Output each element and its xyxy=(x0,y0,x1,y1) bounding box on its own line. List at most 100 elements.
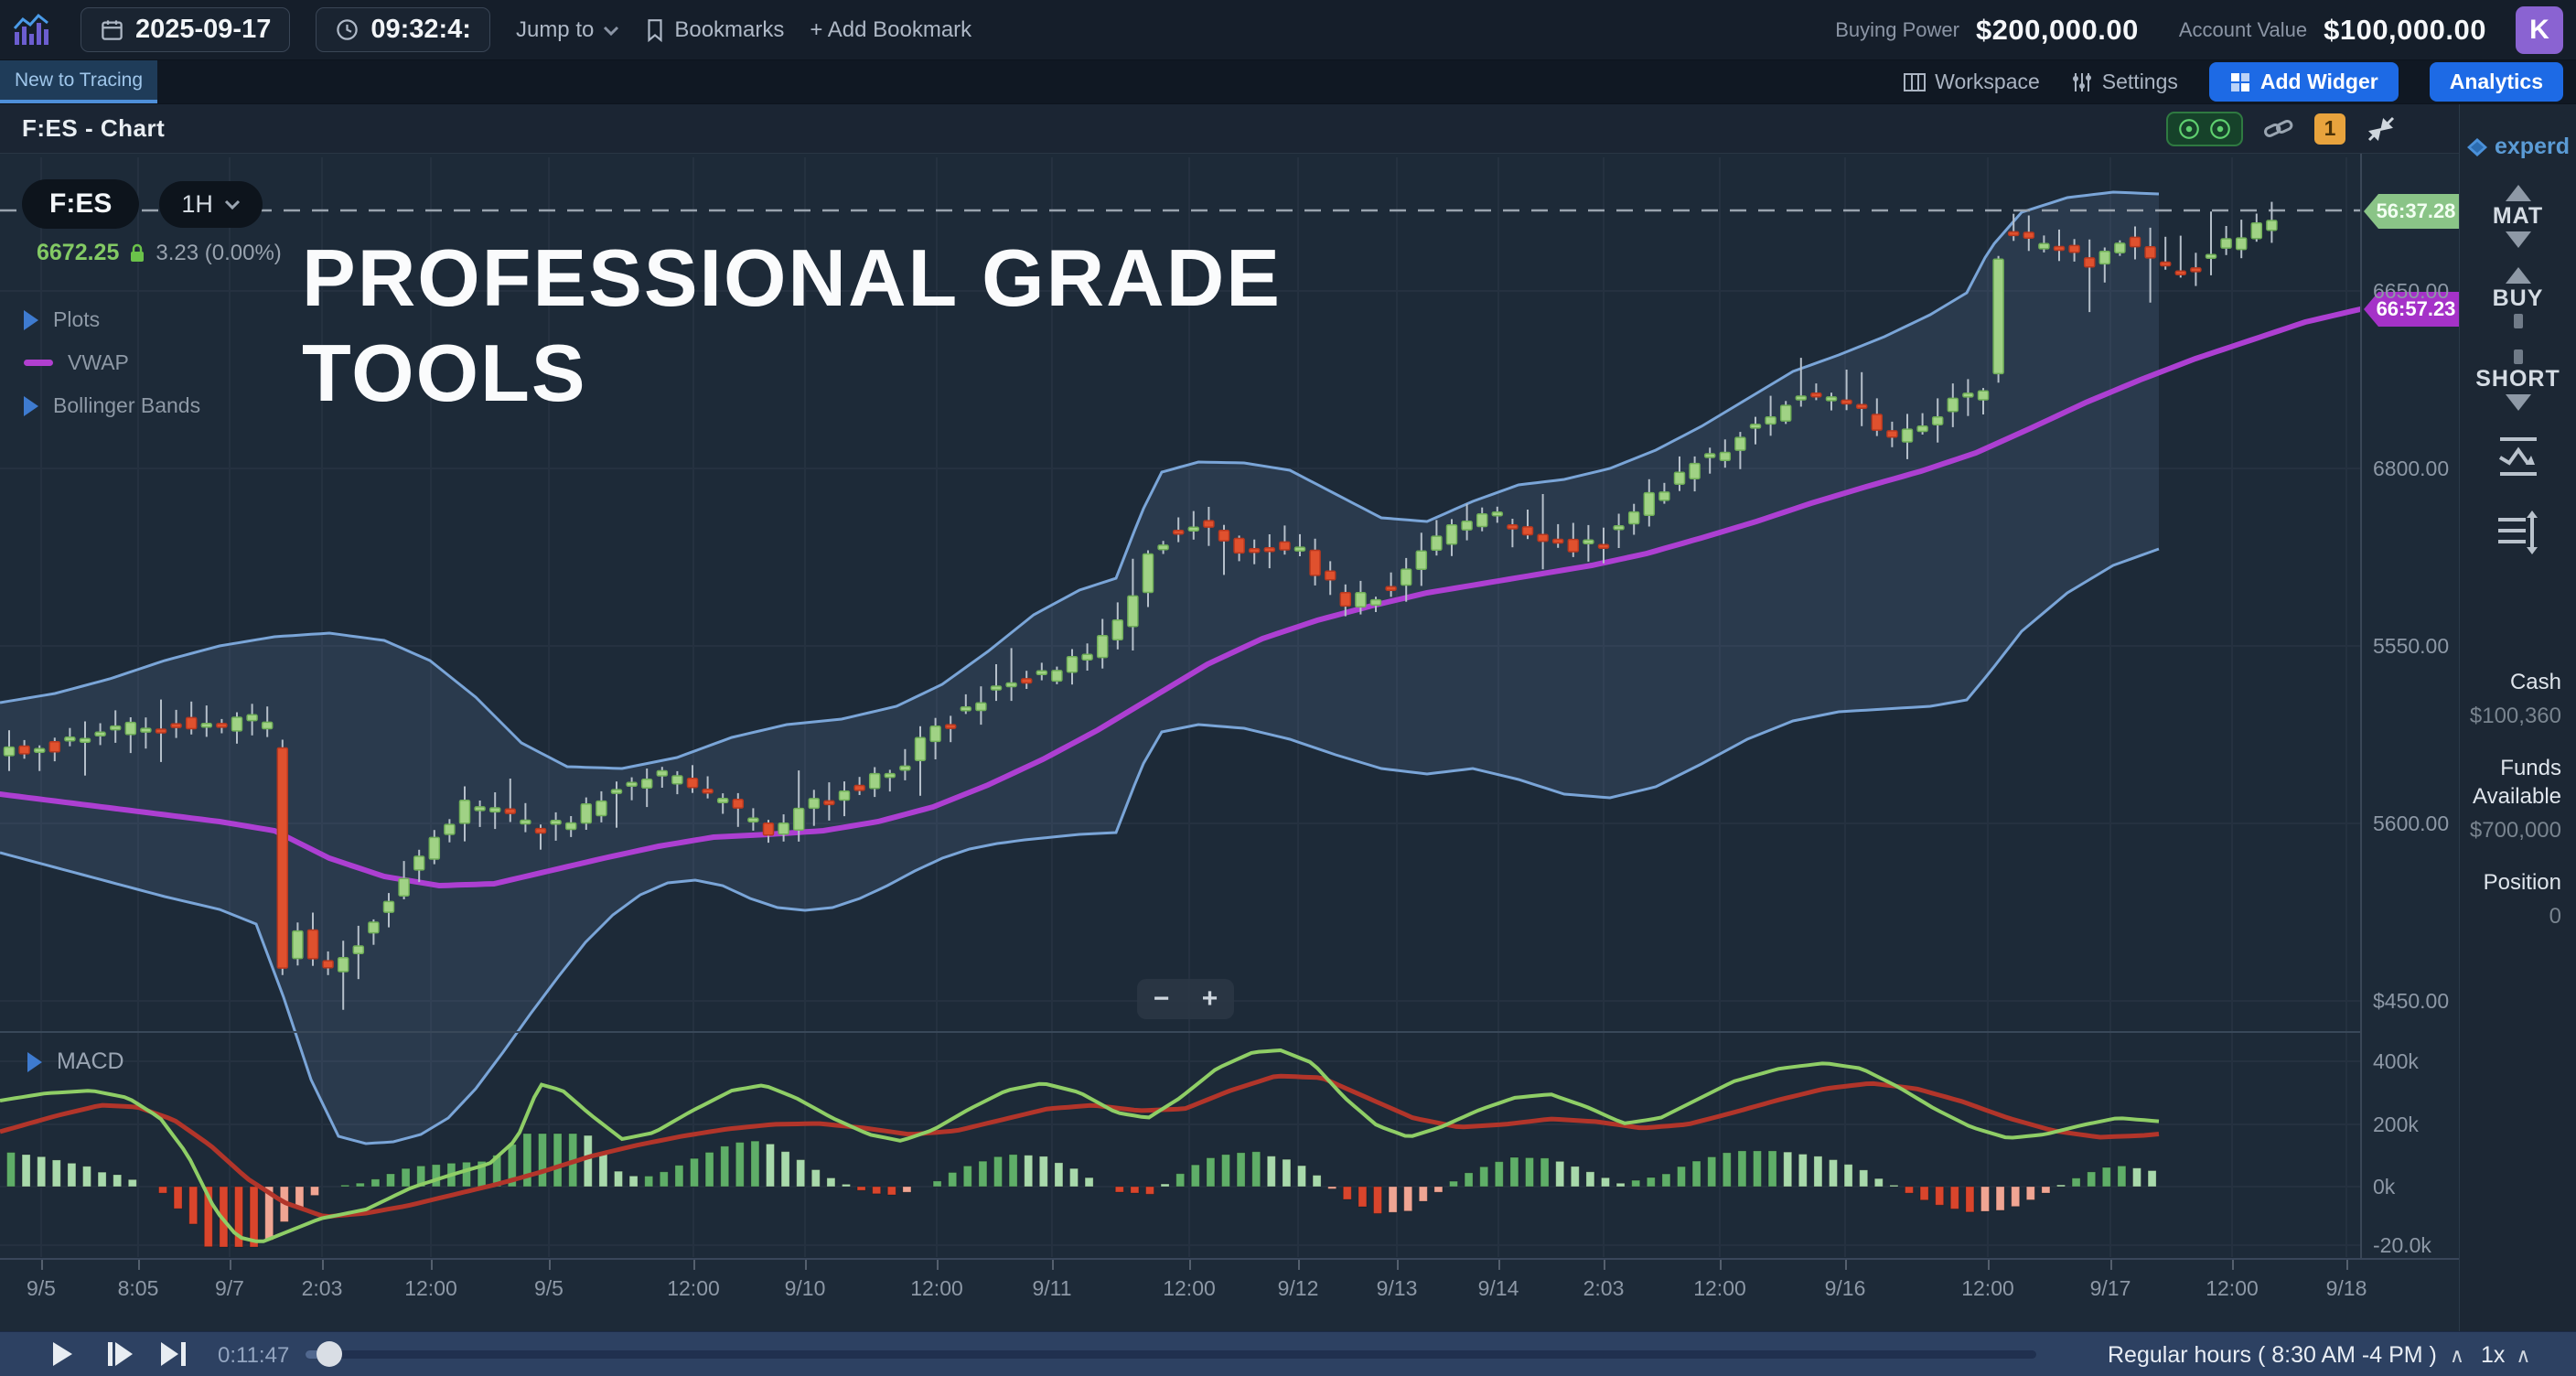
timeline-slider[interactable] xyxy=(306,1350,2036,1359)
analytics-button[interactable]: Analytics xyxy=(2430,62,2563,102)
tab-new-to-trading[interactable]: New to Tracing xyxy=(0,60,157,103)
trade-sidebar: experd MAT BUY SHORT xyxy=(2459,104,2576,1331)
expand-triangle-icon xyxy=(24,396,38,416)
dom-ladder-icon[interactable] xyxy=(2495,509,2542,556)
play-button[interactable] xyxy=(53,1342,72,1366)
arrow-up-icon xyxy=(2506,185,2531,201)
time-axis-tick xyxy=(1845,1260,1847,1270)
account-value-value: $100,000.00 xyxy=(2324,14,2486,47)
price-axis-label: 200k xyxy=(2373,1113,2419,1137)
chevron-up-icon: ∧ xyxy=(2450,1344,2464,1368)
expand-triangle-icon xyxy=(24,310,38,330)
price-change: 3.23 (0.00%) xyxy=(156,241,281,266)
chart-tool-icon[interactable] xyxy=(2495,435,2542,478)
workspace-button[interactable]: Workspace xyxy=(1904,70,2040,94)
time-axis[interactable]: 9/58:059/72:0312:009/512:009/1012:009/11… xyxy=(0,1258,2459,1331)
playback-bar: 0:11:47 Regular hours ( 8:30 AM -4 PM ) … xyxy=(0,1331,2576,1376)
settings-button[interactable]: Settings xyxy=(2071,70,2178,94)
time-axis-tick xyxy=(2110,1260,2112,1270)
add-widget-button[interactable]: Add Widger xyxy=(2209,62,2399,102)
sliders-icon xyxy=(2071,71,2093,93)
time-axis-tick xyxy=(937,1260,939,1270)
speed-selector[interactable]: 1x ∧ xyxy=(2481,1342,2531,1369)
arrow-up-icon xyxy=(2506,267,2531,284)
target-icon xyxy=(2208,117,2232,141)
buy-button[interactable]: BUY xyxy=(2460,267,2576,328)
time-axis-label: 9/18 xyxy=(2305,1276,2388,1301)
time-axis-label: 8:05 xyxy=(97,1276,179,1301)
symbol-pill[interactable]: F:ES xyxy=(22,179,139,229)
price-axis-label: 400k xyxy=(2373,1049,2419,1074)
status-pill[interactable] xyxy=(2166,112,2243,146)
arrow-down-icon xyxy=(2506,394,2531,411)
app-logo-icon xyxy=(13,12,55,48)
widget-grid-icon xyxy=(2229,71,2251,93)
zoom-in-button[interactable]: + xyxy=(1186,979,1234,1019)
stat-label: Cash xyxy=(2466,668,2561,696)
lock-icon xyxy=(128,242,146,264)
chart-panel-title: F:ES - Chart xyxy=(22,114,165,143)
legend-vwap[interactable]: VWAP xyxy=(24,341,200,384)
watermark-text: PROFESSIONAL GRADE TOOLS xyxy=(302,231,1282,421)
time-axis-label: 2:03 xyxy=(281,1276,363,1301)
time-axis-tick xyxy=(2346,1260,2348,1270)
brand-logo: experd xyxy=(2460,134,2576,160)
jump-to-dropdown[interactable]: Jump to xyxy=(516,17,619,43)
interval-dropdown[interactable]: 1H xyxy=(159,181,263,228)
date-picker[interactable]: 2025-09-17 xyxy=(80,7,290,52)
skip-forward-button[interactable] xyxy=(161,1342,186,1366)
last-price-marker: 56:37.28 xyxy=(2364,194,2459,229)
time-axis-tick xyxy=(138,1260,140,1270)
skip-back-button[interactable] xyxy=(108,1342,133,1366)
time-axis-tick xyxy=(549,1260,551,1270)
chevron-down-icon xyxy=(224,199,241,210)
time-axis-label: 9/5 xyxy=(508,1276,590,1301)
time-axis-tick xyxy=(1052,1260,1054,1270)
price-axis-label: $450.00 xyxy=(2373,989,2449,1014)
notification-badge[interactable]: 1 xyxy=(2314,113,2345,145)
chevron-down-icon xyxy=(603,25,619,36)
avatar[interactable]: K xyxy=(2516,6,2563,54)
time-axis-label: 9/10 xyxy=(764,1276,846,1301)
price-axis[interactable]: 56:37.28 66:57.23 6650.006800.005550.005… xyxy=(2360,154,2459,1258)
legend-macd[interactable]: MACD xyxy=(27,1048,124,1075)
session-selector[interactable]: Regular hours ( 8:30 AM -4 PM ) ∧ xyxy=(2108,1342,2464,1369)
time-axis-label: 2:03 xyxy=(1562,1276,1645,1301)
stub-icon xyxy=(2514,349,2523,364)
calendar-icon xyxy=(100,17,124,42)
bookmarks-button[interactable]: Bookmarks xyxy=(645,17,784,43)
stat-value: 0 xyxy=(2466,902,2561,930)
link-icon[interactable] xyxy=(2263,115,2294,143)
legend-bollinger[interactable]: Bollinger Bands xyxy=(24,384,200,427)
time-axis-tick xyxy=(805,1260,807,1270)
arrow-down-icon xyxy=(2506,231,2531,248)
collapse-icon[interactable] xyxy=(2366,114,2397,144)
time-axis-label: 12:00 xyxy=(390,1276,472,1301)
add-bookmark-button[interactable]: + Add Bookmark xyxy=(810,17,971,43)
mat-button[interactable]: MAT xyxy=(2460,185,2576,248)
stat-label: Funds Available xyxy=(2466,754,2561,811)
time-axis-label: 12:00 xyxy=(2191,1276,2273,1301)
time-axis-label: 9/5 xyxy=(0,1276,82,1301)
time-axis-tick xyxy=(1189,1260,1191,1270)
time-axis-tick xyxy=(1720,1260,1722,1270)
time-value: 09:32:4: xyxy=(370,15,471,45)
clock-icon xyxy=(335,17,360,42)
slider-knob[interactable] xyxy=(317,1341,342,1367)
brand-diamond-icon xyxy=(2466,137,2488,157)
chevron-up-icon: ∧ xyxy=(2516,1344,2530,1368)
time-axis-label: 9/12 xyxy=(1257,1276,1339,1301)
legend-plots[interactable]: Plots xyxy=(24,298,200,341)
time-axis-tick xyxy=(1604,1260,1605,1270)
short-button[interactable]: SHORT xyxy=(2460,349,2576,411)
buying-power-value: $200,000.00 xyxy=(1976,14,2139,47)
bookmark-icon xyxy=(645,18,665,42)
time-axis-label: 9/11 xyxy=(1011,1276,1093,1301)
time-axis-label: 12:00 xyxy=(896,1276,978,1301)
price-axis-label: 6650.00 xyxy=(2373,279,2449,304)
time-picker[interactable]: 09:32:4: xyxy=(316,7,490,52)
time-axis-tick xyxy=(1498,1260,1500,1270)
time-axis-label: 9/13 xyxy=(1356,1276,1438,1301)
time-axis-label: 12:00 xyxy=(1148,1276,1230,1301)
zoom-out-button[interactable]: − xyxy=(1137,979,1186,1019)
